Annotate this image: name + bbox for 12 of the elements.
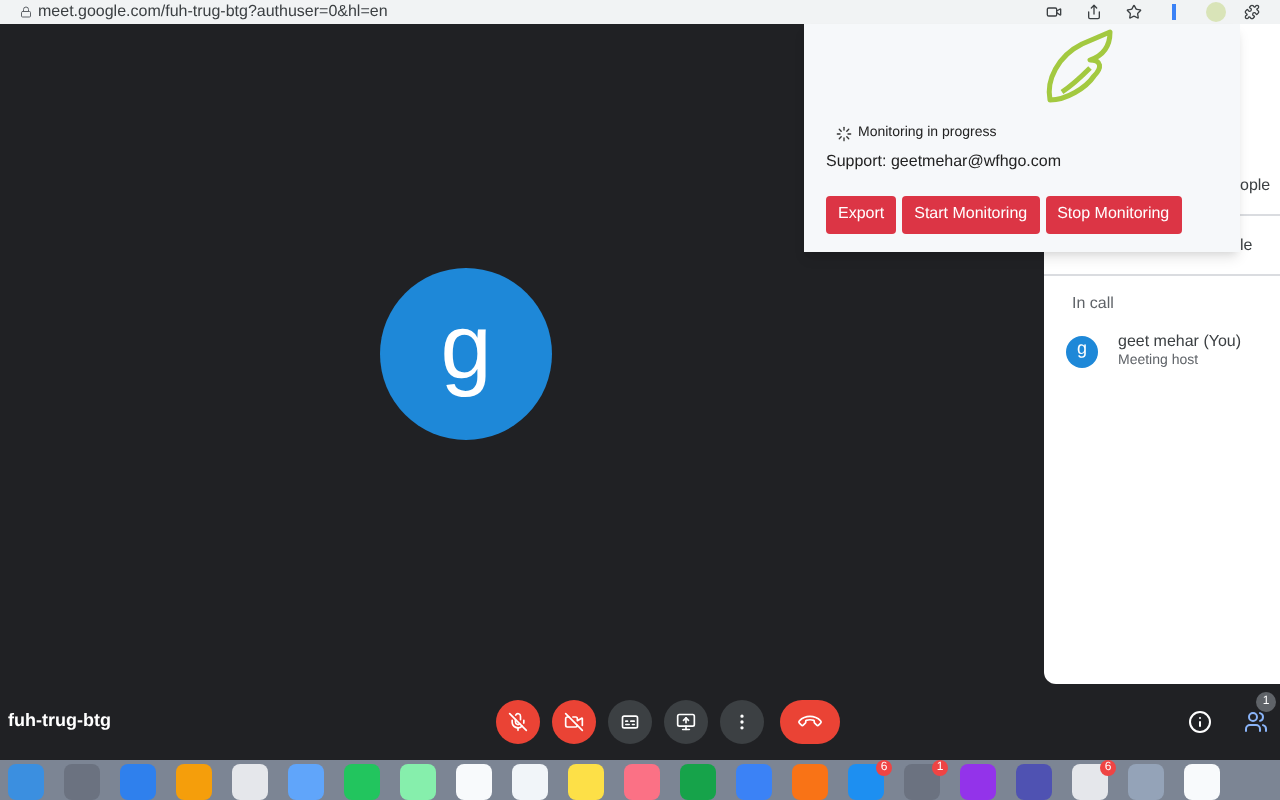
section-heading: In call [1072, 292, 1116, 316]
url-text[interactable]: meet.google.com/fuh-trug-btg?authuser=0&hl=en [38, 4, 388, 20]
participant-initial: g [1076, 340, 1087, 362]
popup-button[interactable]: Stop Monitoring [1045, 195, 1182, 233]
panel-text: le [1240, 233, 1253, 257]
participant-name: geet mehar (You) [1118, 332, 1242, 352]
popup-button[interactable]: Start Monitoring [902, 195, 1040, 233]
popup-button[interactable]: Export [826, 195, 897, 233]
meeting-code: fuh-trug-btg [6, 708, 113, 735]
support-text: Support: geetmehar@wfhgo.com [826, 149, 1064, 173]
panel-text: ople [1240, 173, 1271, 197]
avatar-letter: g [440, 300, 492, 402]
